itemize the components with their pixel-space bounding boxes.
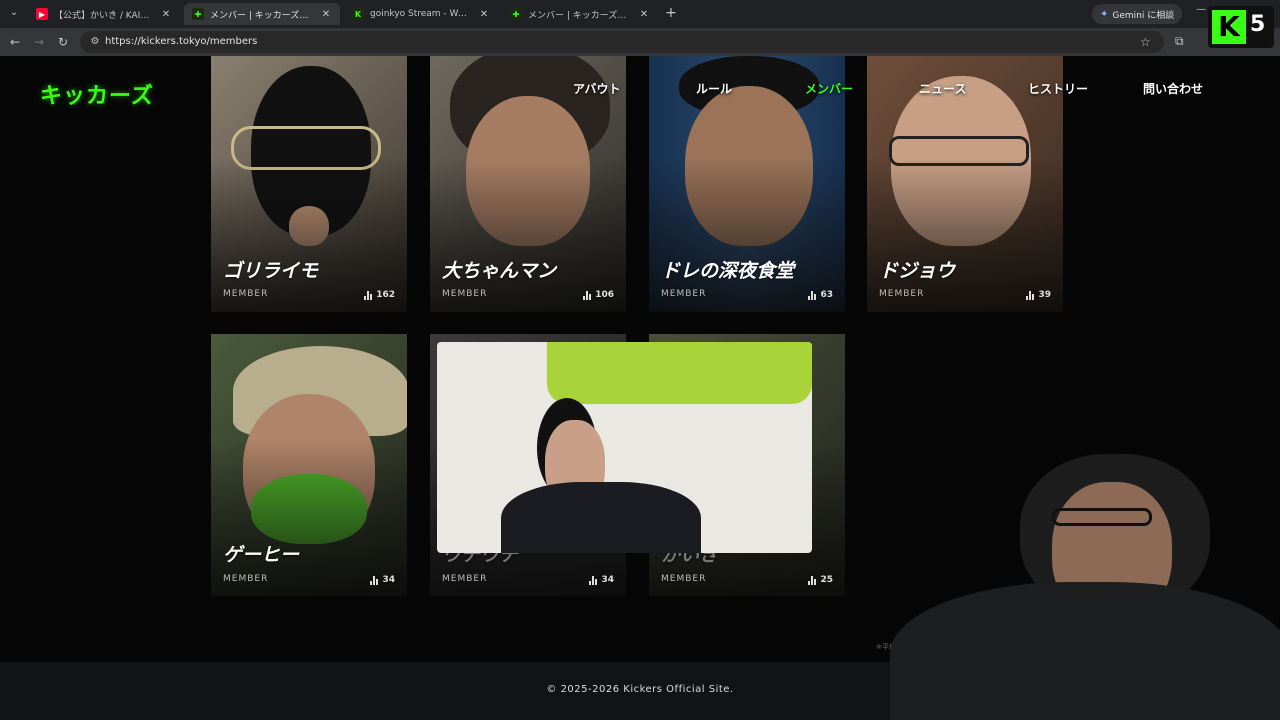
member-name: ドレの深夜食堂 (661, 260, 795, 282)
youtube-icon: ▶ (36, 8, 48, 20)
bookmark-star-icon[interactable]: ☆ (1140, 35, 1151, 49)
nav-members[interactable]: メンバー (805, 80, 853, 97)
bar-chart-icon (1026, 290, 1035, 300)
tab-title: 【公式】かいき / KAIKI【キッカーズ 三 (54, 10, 154, 21)
member-stat: 162 (364, 290, 395, 300)
member-role: MEMBER (661, 289, 707, 299)
kickers-icon: ✚ (510, 8, 522, 20)
screen: ⌄ ▶ 【公式】かいき / KAIKI【キッカーズ 三 ✕ ✚ メンバー | キ… (0, 0, 1280, 720)
close-icon[interactable]: ✕ (320, 9, 332, 20)
forward-icon[interactable]: → (31, 34, 47, 50)
bar-chart-icon (364, 290, 373, 300)
address-bar[interactable]: ⚙ https://kickers.tokyo/members ☆ (80, 31, 1164, 53)
streamer-camera (830, 452, 1280, 720)
nav-news[interactable]: ニュース (919, 80, 966, 97)
member-count: 34 (601, 575, 614, 585)
nav-history[interactable]: ヒストリー (1028, 80, 1088, 97)
site-logo[interactable]: キッカーズ (40, 78, 154, 110)
member-card[interactable]: ゴリライモ MEMBER 162 (211, 56, 407, 312)
close-icon[interactable]: ✕ (638, 9, 650, 20)
member-count: 162 (376, 290, 395, 300)
url-text[interactable]: https://kickers.tokyo/members (105, 35, 257, 49)
toolbar: ← → ↻ ⚙ https://kickers.tokyo/members ☆ (0, 28, 1280, 56)
nav-contact[interactable]: 問い合わせ (1143, 80, 1203, 97)
tab-search-icon[interactable]: ⌄ (6, 5, 22, 21)
close-icon[interactable]: ✕ (160, 9, 172, 20)
member-count: 63 (820, 290, 833, 300)
extensions-icon[interactable]: ⧉ (1175, 34, 1184, 49)
kick-icon: K (352, 8, 364, 20)
member-stat: 63 (808, 290, 833, 300)
member-card[interactable]: ゲーヒー MEMBER 34 (211, 334, 407, 596)
badge-letter: K (1212, 10, 1246, 44)
back-icon[interactable]: ← (7, 34, 23, 50)
bar-chart-icon (370, 575, 379, 585)
stream-badge: K 5 (1208, 6, 1274, 48)
member-role: MEMBER (223, 289, 269, 299)
sparkle-icon: ✦ (1100, 8, 1109, 20)
tab-2[interactable]: ✚ メンバー | キッカーズ公式サイト ✕ (184, 3, 340, 25)
tab-bar: ⌄ ▶ 【公式】かいき / KAIKI【キッカーズ 三 ✕ ✚ メンバー | キ… (0, 0, 1280, 28)
minimize-icon[interactable]: — (1196, 4, 1206, 15)
new-tab-icon[interactable]: + (663, 5, 679, 21)
tab-title: メンバー | キッカーズ公式サイト (528, 10, 632, 21)
bar-chart-icon (808, 575, 817, 585)
member-stat: 39 (1026, 290, 1051, 300)
nav-about[interactable]: アバウト (573, 80, 621, 97)
shirt-graphic (1020, 642, 1240, 702)
bar-chart-icon (808, 290, 817, 300)
member-role: MEMBER (661, 574, 707, 584)
bar-chart-icon (583, 290, 592, 300)
member-count: 39 (1038, 290, 1051, 300)
nav-rules[interactable]: ルール (696, 80, 732, 97)
gemini-button[interactable]: ✦ Gemini に相談 (1092, 4, 1183, 24)
tab-3[interactable]: K goinkyo Stream - Watch Live o ✕ (344, 3, 498, 25)
member-count: 106 (595, 290, 614, 300)
kickers-icon: ✚ (192, 8, 204, 20)
member-name: ゴリライモ (223, 260, 319, 282)
bar-chart-icon (589, 575, 598, 585)
tab-4[interactable]: ✚ メンバー | キッカーズ公式サイト ✕ (502, 3, 658, 25)
member-role: MEMBER (223, 574, 269, 584)
member-role: MEMBER (442, 289, 488, 299)
site-settings-icon[interactable]: ⚙ (88, 35, 102, 49)
member-count: 34 (382, 575, 395, 585)
member-role: MEMBER (879, 289, 925, 299)
close-icon[interactable]: ✕ (478, 9, 490, 20)
member-name: ゲーヒー (223, 544, 300, 566)
member-name: ドジョウ (879, 260, 956, 282)
tab-title: メンバー | キッカーズ公式サイト (210, 10, 314, 21)
webcam-video (437, 342, 812, 553)
reload-icon[interactable]: ↻ (55, 34, 71, 50)
member-stat: 34 (589, 575, 614, 585)
tab-title: goinkyo Stream - Watch Live o (370, 9, 472, 19)
member-stat: 34 (370, 575, 395, 585)
tab-1[interactable]: ▶ 【公式】かいき / KAIKI【キッカーズ 三 ✕ (28, 3, 180, 25)
gemini-label: Gemini に相談 (1112, 10, 1175, 21)
member-stat: 106 (583, 290, 614, 300)
badge-number: 5 (1250, 12, 1266, 37)
member-role: MEMBER (442, 574, 488, 584)
member-name: 大ちゃんマン (442, 260, 557, 282)
